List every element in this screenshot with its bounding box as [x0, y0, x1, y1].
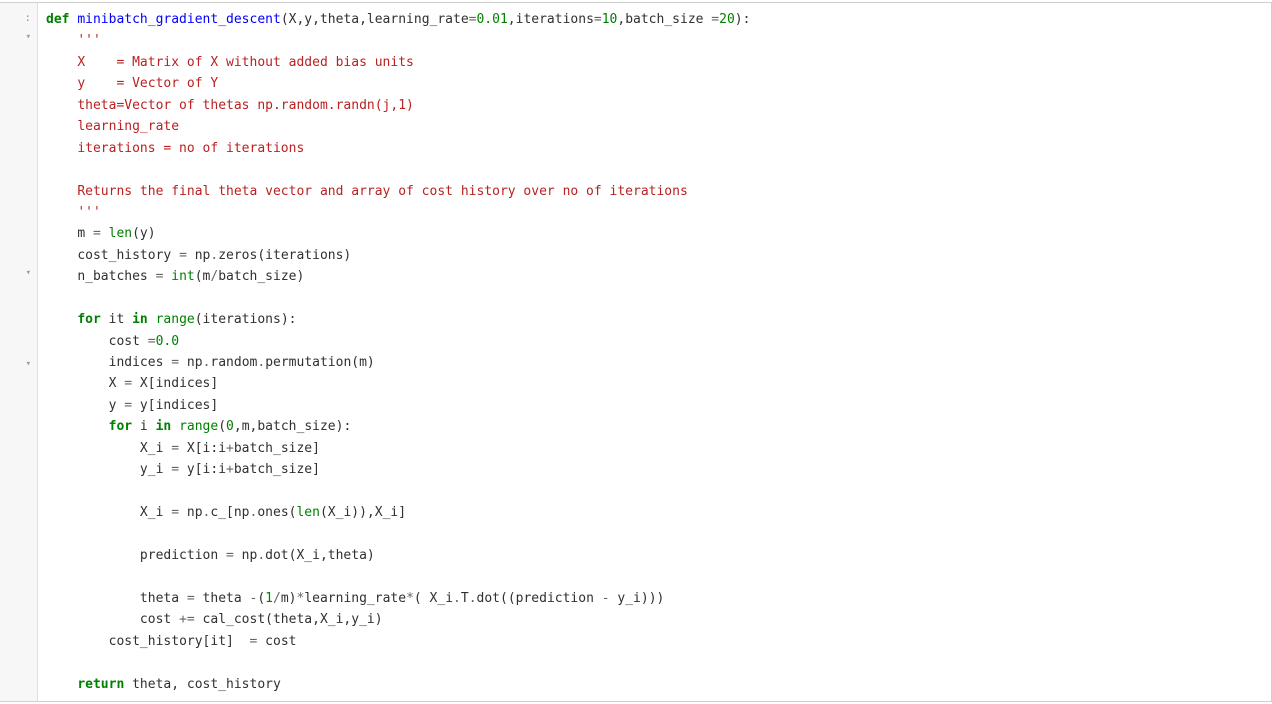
code-line[interactable]: prediction = np.dot(X_i,theta) [46, 545, 1263, 566]
code-line[interactable]: cost += cal_cost(theta,X_i,y_i) [46, 609, 1263, 630]
fold-marker-icon[interactable]: ▾ [21, 30, 31, 45]
code-line[interactable]: y_i = y[i:i+batch_size] [46, 459, 1263, 480]
fold-marker-icon[interactable]: ▾ [21, 357, 31, 372]
code-line[interactable] [46, 524, 1263, 545]
code-line[interactable]: indices = np.random.permutation(m) [46, 352, 1263, 373]
code-line[interactable]: ''' [46, 202, 1263, 223]
code-line[interactable]: X_i = np.c_[np.ones(len(X_i)),X_i] [46, 502, 1263, 523]
code-line[interactable]: cost =0.0 [46, 331, 1263, 352]
code-line[interactable]: X = X[indices] [46, 373, 1263, 394]
prompt-label: : [0, 9, 31, 27]
code-line[interactable] [46, 288, 1263, 309]
code-cell: : ▾ ▾ ▾ def minibatch_gradient_descent(X… [0, 2, 1272, 702]
code-line[interactable]: ''' [46, 30, 1263, 51]
code-line[interactable]: learning_rate [46, 116, 1263, 137]
code-line[interactable]: for i in range(0,m,batch_size): [46, 416, 1263, 437]
code-line[interactable]: iterations = no of iterations [46, 138, 1263, 159]
code-line[interactable]: m = len(y) [46, 223, 1263, 244]
code-line[interactable] [46, 652, 1263, 673]
code-line[interactable]: theta = theta -(1/m)*learning_rate*( X_i… [46, 588, 1263, 609]
code-editor[interactable]: def minibatch_gradient_descent(X,y,theta… [38, 3, 1271, 701]
code-line[interactable]: for it in range(iterations): [46, 309, 1263, 330]
fold-marker-icon[interactable]: ▾ [21, 266, 31, 281]
code-line[interactable] [46, 481, 1263, 502]
cell-gutter: : ▾ ▾ ▾ [0, 3, 38, 701]
code-line[interactable]: Returns the final theta vector and array… [46, 181, 1263, 202]
code-line[interactable]: cost_history = np.zeros(iterations) [46, 245, 1263, 266]
code-line[interactable] [46, 566, 1263, 587]
code-line[interactable] [46, 159, 1263, 180]
code-line[interactable]: n_batches = int(m/batch_size) [46, 266, 1263, 287]
code-line[interactable]: return theta, cost_history [46, 674, 1263, 695]
code-line[interactable]: def minibatch_gradient_descent(X,y,theta… [46, 9, 1263, 30]
code-line[interactable]: cost_history[it] = cost [46, 631, 1263, 652]
code-line[interactable]: theta=Vector of thetas np.random.randn(j… [46, 95, 1263, 116]
code-line[interactable]: X_i = X[i:i+batch_size] [46, 438, 1263, 459]
code-line[interactable]: X = Matrix of X without added bias units [46, 52, 1263, 73]
code-line[interactable]: y = Vector of Y [46, 73, 1263, 94]
code-line[interactable]: y = y[indices] [46, 395, 1263, 416]
